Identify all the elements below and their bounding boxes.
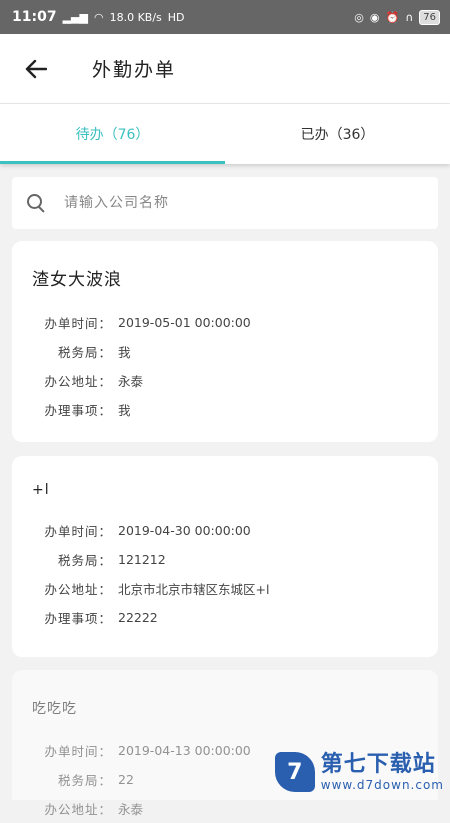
tab-pending[interactable]: 待办（76） [0, 104, 225, 164]
status-bar: 11:07 ▂▄▆ ◠ 18.0 KB/s HD ◎ ◉ ⏰ ∩ 76 [0, 0, 450, 34]
tab-done[interactable]: 已办（36） [225, 104, 450, 164]
value-time: 2019-05-01 00:00:00 [118, 315, 251, 330]
tab-bar: 待办（76） 已办（36） [0, 104, 450, 164]
search-icon [26, 193, 46, 213]
battery-indicator: 76 [419, 9, 440, 25]
label-tax-bureau: 税务局： [57, 773, 112, 788]
card-row-matter: 办理事项： 22222 [32, 603, 438, 632]
label-matter: 办理事项： [44, 611, 112, 626]
watermark-name: 第七下载站 [320, 752, 436, 777]
card-title: +l [32, 482, 50, 498]
hd-badge: HD [167, 10, 185, 24]
card-row-address: 办公地址： 永泰 [32, 794, 438, 823]
search-input[interactable] [62, 194, 438, 212]
label-tax-bureau: 税务局： [57, 553, 112, 568]
label-time: 办单时间： [44, 524, 112, 539]
network-speed: 18.0 KB/s [109, 10, 162, 24]
mute-icon: ◎ [354, 10, 364, 24]
task-card[interactable]: +l 办单时间： 2019-04-30 00:00:00 税务局： 121212… [12, 456, 438, 657]
card-title: 渣女大波浪 [32, 270, 122, 290]
card-row-tax: 税务局： 121212 [32, 545, 438, 574]
value-time: 2019-04-30 00:00:00 [118, 523, 251, 538]
label-address: 办公地址： [44, 802, 112, 817]
arrow-left-icon [25, 59, 47, 78]
back-button[interactable] [14, 47, 58, 91]
label-address: 办公地址： [44, 374, 112, 389]
status-time: 11:07 [12, 9, 57, 25]
wifi-icon: ◠ [93, 10, 104, 24]
search-bar [12, 177, 438, 229]
card-title: 吃吃吃 [32, 701, 77, 717]
card-row-tax: 税务局： 我 [32, 337, 438, 366]
value-address: 北京市北京市辖区东城区+l [118, 582, 270, 597]
label-tax-bureau: 税务局： [57, 345, 112, 360]
value-tax-bureau: 121212 [118, 552, 166, 567]
value-time: 2019-04-13 00:00:00 [118, 743, 251, 758]
card-row-time: 办单时间： 2019-05-01 00:00:00 [32, 308, 438, 337]
value-address: 永泰 [118, 802, 144, 817]
card-row-address: 办公地址： 北京市北京市辖区东城区+l [32, 574, 438, 603]
app-header: 外勤办单 [0, 34, 450, 104]
value-matter: 我 [118, 403, 131, 418]
card-row-address: 办公地址： 永泰 [32, 366, 438, 395]
watermark: 7 第七下载站 www.d7down.com [274, 752, 444, 792]
location-icon: ◉ [369, 10, 380, 24]
page-title: 外勤办单 [92, 59, 177, 81]
watermark-logo-icon: 7 [274, 752, 315, 792]
headset-icon: ∩ [405, 10, 414, 24]
alarm-icon: ⏰ [385, 10, 400, 24]
label-time: 办单时间： [44, 316, 112, 331]
value-matter: 22222 [118, 610, 158, 625]
label-matter: 办理事项： [44, 403, 112, 418]
value-tax-bureau: 22 [118, 772, 134, 787]
watermark-url: www.d7down.com [320, 778, 444, 792]
label-time: 办单时间： [44, 744, 112, 759]
card-row-matter: 办理事项： 我 [32, 395, 438, 424]
value-address: 永泰 [118, 374, 144, 389]
signal-icon: ▂▄▆ [62, 10, 88, 24]
label-address: 办公地址： [44, 582, 112, 597]
card-row-time: 办单时间： 2019-04-30 00:00:00 [32, 516, 438, 545]
task-card[interactable]: 渣女大波浪 办单时间： 2019-05-01 00:00:00 税务局： 我 办… [12, 241, 438, 442]
value-tax-bureau: 我 [118, 345, 131, 360]
